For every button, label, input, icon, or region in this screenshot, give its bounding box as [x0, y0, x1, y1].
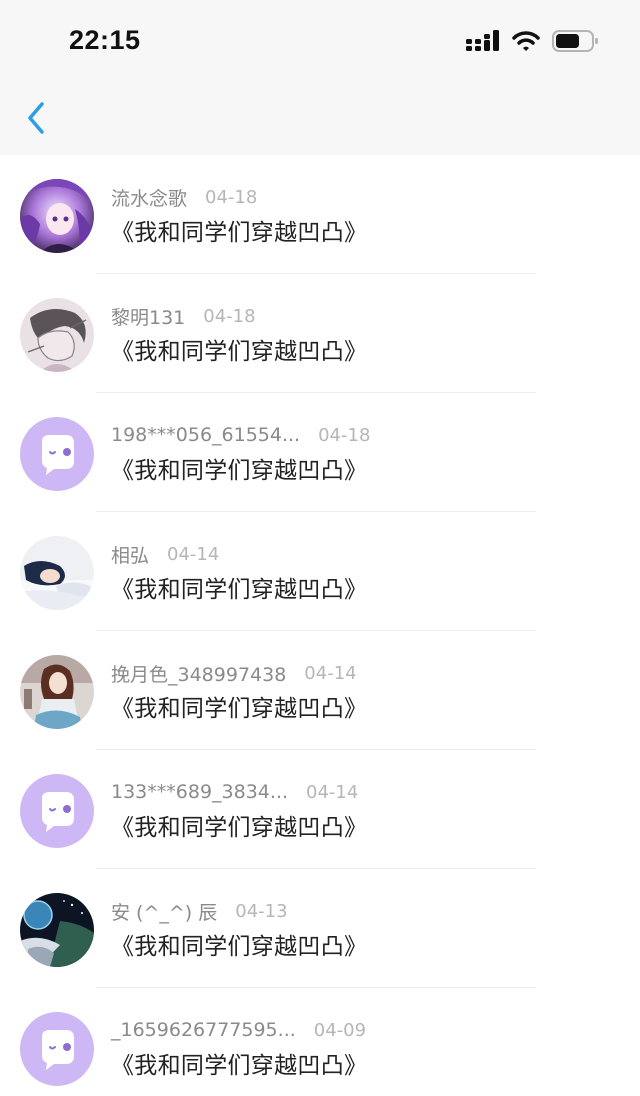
list-item[interactable]: _1659626777595... 04-09 《我和同学们穿越凹凸》: [0, 988, 640, 1096]
signal-icon: [466, 30, 500, 56]
username[interactable]: 挽月色_348997438: [111, 660, 286, 687]
comment-list: 流水念歌 04-18 《我和同学们穿越凹凸》 黎明131 04-18 《我和同学…: [0, 155, 640, 1096]
date: 04-14: [306, 781, 359, 803]
date: 04-18: [205, 186, 258, 208]
item-title[interactable]: 《我和同学们穿越凹凸》: [111, 332, 367, 366]
wifi-icon: [512, 30, 540, 56]
item-meta: 黎明131 04-18: [111, 303, 256, 329]
item-meta: 133***689_3834... 04-14: [111, 779, 358, 805]
status-time: 22:15: [69, 25, 141, 55]
top-bar: 22:15: [0, 0, 640, 155]
date: 04-13: [235, 900, 288, 922]
battery-icon: [552, 30, 598, 56]
item-title[interactable]: 《我和同学们穿越凹凸》: [111, 927, 367, 961]
list-item[interactable]: 黎明131 04-18 《我和同学们穿越凹凸》: [0, 274, 640, 393]
username[interactable]: 流水念歌: [111, 184, 187, 211]
item-title[interactable]: 《我和同学们穿越凹凸》: [111, 570, 367, 604]
username[interactable]: 133***689_3834...: [111, 781, 288, 803]
avatar-sleeping[interactable]: [20, 536, 94, 610]
username[interactable]: 黎明131: [111, 303, 185, 330]
list-item[interactable]: 相弘 04-14 《我和同学们穿越凹凸》: [0, 512, 640, 631]
default-chat-avatar[interactable]: [20, 1012, 94, 1086]
avatar-anime-purple[interactable]: [20, 179, 94, 253]
item-title[interactable]: 《我和同学们穿越凹凸》: [111, 808, 367, 842]
item-meta: 相弘 04-14: [111, 541, 219, 567]
item-title[interactable]: 《我和同学们穿越凹凸》: [111, 1046, 367, 1080]
date: 04-18: [318, 424, 371, 446]
list-item[interactable]: 流水念歌 04-18 《我和同学们穿越凹凸》: [0, 155, 640, 274]
avatar-sketch[interactable]: [20, 298, 94, 372]
username[interactable]: 198***056_61554...: [111, 424, 300, 446]
default-chat-avatar[interactable]: [20, 417, 94, 491]
item-meta: 流水念歌 04-18: [111, 184, 257, 210]
item-title[interactable]: 《我和同学们穿越凹凸》: [111, 689, 367, 723]
list-item[interactable]: 133***689_3834... 04-14 《我和同学们穿越凹凸》: [0, 750, 640, 869]
item-title[interactable]: 《我和同学们穿越凹凸》: [111, 451, 367, 485]
username[interactable]: 安 (^_^) 辰: [111, 898, 217, 925]
item-meta: 198***056_61554... 04-18: [111, 422, 370, 448]
list-item[interactable]: 安 (^_^) 辰 04-13 《我和同学们穿越凹凸》: [0, 869, 640, 988]
list-item[interactable]: 198***056_61554... 04-18 《我和同学们穿越凹凸》: [0, 393, 640, 512]
date: 04-14: [167, 543, 220, 565]
item-title[interactable]: 《我和同学们穿越凹凸》: [111, 213, 367, 247]
status-icons: [466, 30, 598, 56]
avatar-anime-girl[interactable]: [20, 655, 94, 729]
back-button[interactable]: [18, 100, 54, 140]
default-chat-avatar[interactable]: [20, 774, 94, 848]
list-item[interactable]: 挽月色_348997438 04-14 《我和同学们穿越凹凸》: [0, 631, 640, 750]
date: 04-14: [304, 662, 357, 684]
date: 04-18: [203, 305, 256, 327]
item-meta: 挽月色_348997438 04-14: [111, 660, 357, 686]
item-meta: _1659626777595... 04-09: [111, 1017, 366, 1043]
item-meta: 安 (^_^) 辰 04-13: [111, 898, 288, 924]
back-chevron-icon: [26, 101, 46, 139]
username[interactable]: 相弘: [111, 541, 149, 568]
avatar-space[interactable]: [20, 893, 94, 967]
username[interactable]: _1659626777595...: [111, 1019, 296, 1041]
date: 04-09: [313, 1019, 367, 1041]
